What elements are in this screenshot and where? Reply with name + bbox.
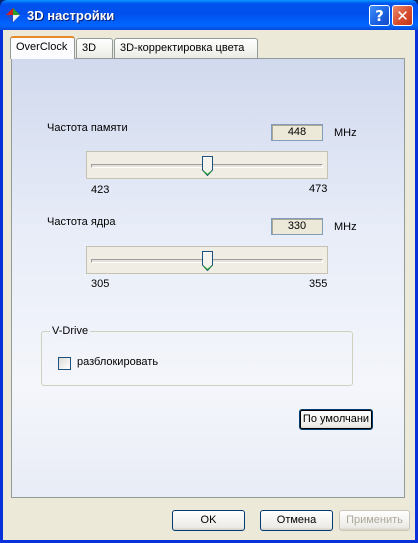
core-frequency-label: Частота ядра	[47, 216, 116, 228]
tab-color-correction[interactable]: 3D-корректировка цвета	[114, 38, 258, 58]
memory-frequency-min: 423	[91, 184, 110, 196]
core-frequency-value: 330	[271, 218, 323, 235]
memory-frequency-label: Частота памяти	[47, 122, 128, 134]
tab-3d[interactable]: 3D	[76, 38, 113, 58]
overclock-panel: Частота памяти 448 MHz 423 473 Частота я…	[11, 58, 405, 498]
core-frequency-min: 305	[91, 278, 110, 290]
memory-frequency-unit: MHz	[334, 127, 357, 139]
memory-frequency-max: 473	[309, 183, 328, 195]
close-button[interactable]: ✕	[392, 5, 413, 26]
help-button[interactable]: ?	[369, 5, 390, 26]
core-frequency-slider[interactable]	[86, 246, 328, 274]
memory-frequency-slider[interactable]	[86, 151, 328, 179]
title-bar[interactable]: 3D настройки ? ✕	[0, 0, 418, 30]
close-icon: ✕	[396, 6, 409, 25]
settings-window: 3D настройки ? ✕ OverClock 3D 3D-коррект…	[0, 0, 418, 543]
tab-label: OverClock	[16, 41, 68, 53]
tab-overclock[interactable]: OverClock	[10, 36, 75, 59]
vdrive-legend: V-Drive	[50, 325, 91, 337]
core-frequency-max: 355	[309, 278, 328, 290]
help-icon: ?	[375, 6, 384, 25]
tab-label: 3D-корректировка цвета	[120, 42, 245, 54]
slider-thumb[interactable]	[202, 251, 213, 271]
vdrive-group: V-Drive разблокировать	[41, 325, 353, 386]
core-frequency-unit: MHz	[334, 221, 357, 233]
unlock-checkbox[interactable]	[58, 357, 71, 370]
app-icon	[6, 8, 20, 22]
cancel-button[interactable]: Отмена	[260, 510, 333, 531]
tab-label: 3D	[82, 42, 97, 54]
ok-button[interactable]: OK	[172, 510, 245, 531]
unlock-checkbox-label[interactable]: разблокировать	[77, 356, 158, 368]
apply-button[interactable]: Применить	[339, 510, 410, 531]
slider-thumb[interactable]	[202, 156, 213, 176]
window-title: 3D настройки	[27, 8, 115, 23]
defaults-button[interactable]: По умолчани	[299, 409, 373, 430]
memory-frequency-value: 448	[271, 124, 323, 141]
dialog-body: OverClock 3D 3D-корректировка цвета Част…	[3, 30, 415, 540]
